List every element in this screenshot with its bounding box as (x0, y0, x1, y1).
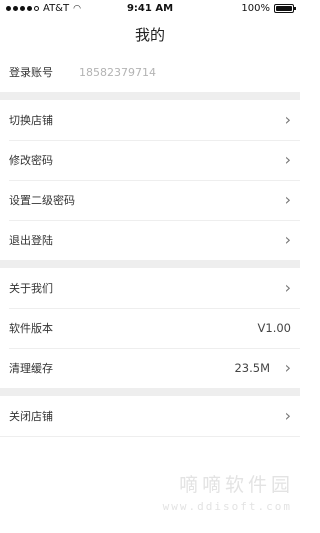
status-right: 100% (241, 3, 296, 14)
chevron-right-icon: › (284, 190, 291, 209)
about-us-row[interactable]: 关于我们 › (0, 268, 300, 308)
status-bar: AT&T ◠ 9:41 AM 100% (0, 0, 300, 18)
section-separator (0, 388, 300, 396)
close-store-label: 关闭店铺 (9, 410, 53, 423)
logout-label: 退出登陆 (9, 234, 53, 247)
section-separator (0, 92, 300, 100)
watermark-text: 嘀嘀软件园 (178, 474, 294, 496)
switch-store-label: 切换店铺 (9, 114, 53, 127)
software-version-value: V1.00 (257, 321, 291, 335)
change-password-row[interactable]: 修改密码 › (0, 140, 300, 180)
secondary-password-label: 设置二级密码 (9, 194, 75, 207)
account-row: 登录账号 18582379714 (0, 52, 300, 92)
cache-size-value: 23.5M (234, 361, 270, 375)
clear-cache-row[interactable]: 清理缓存 23.5M › (0, 348, 300, 388)
section-separator (0, 260, 300, 268)
chevron-right-icon: › (284, 230, 291, 249)
software-version-row: 软件版本 V1.00 (0, 308, 300, 348)
logout-row[interactable]: 退出登陆 › (0, 220, 300, 260)
battery-icon (274, 4, 296, 13)
software-version-label: 软件版本 (9, 322, 53, 335)
change-password-label: 修改密码 (9, 154, 53, 167)
watermark: 嘀嘀软件园 www.ddisoft.com (0, 470, 300, 530)
page-title: 我的 (134, 26, 165, 44)
account-label: 登录账号 (9, 66, 53, 79)
chevron-right-icon: › (284, 110, 291, 129)
chevron-right-icon: › (284, 150, 291, 169)
chevron-right-icon: › (284, 278, 291, 297)
switch-store-row[interactable]: 切换店铺 › (0, 100, 300, 140)
close-store-row[interactable]: 关闭店铺 › (0, 396, 300, 436)
watermark-url: www.ddisoft.com (162, 500, 292, 513)
about-us-label: 关于我们 (9, 282, 53, 295)
account-value: 18582379714 (79, 65, 156, 79)
secondary-password-row[interactable]: 设置二级密码 › (0, 180, 300, 220)
chevron-right-icon: › (284, 406, 291, 425)
clear-cache-label: 清理缓存 (9, 362, 53, 375)
chevron-right-icon: › (284, 358, 291, 377)
battery-percent: 100% (241, 3, 270, 14)
